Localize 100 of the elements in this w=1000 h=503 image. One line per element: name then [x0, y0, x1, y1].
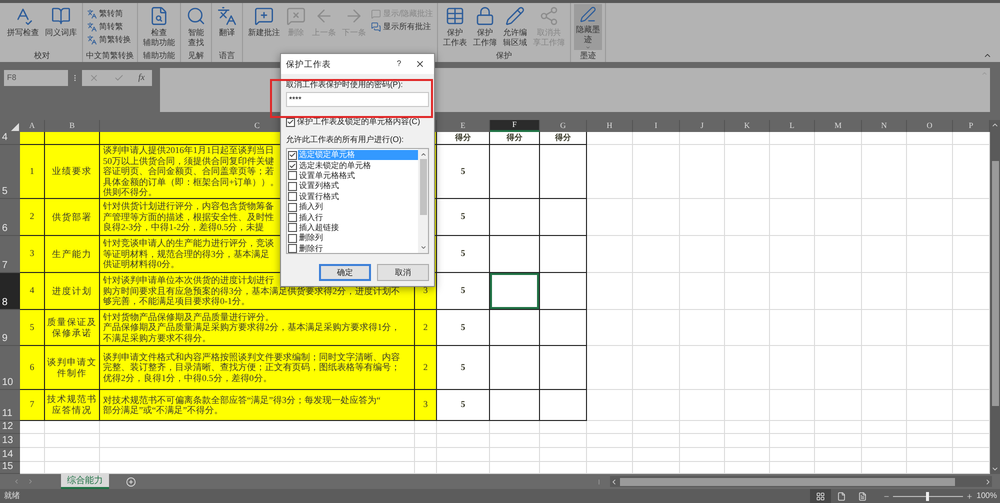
ribbon-button[interactable]: 简转繁 — [86, 20, 132, 33]
list-item[interactable]: 插入超链接 — [298, 222, 340, 233]
ribbon-button[interactable]: 智能 查找 — [184, 4, 208, 50]
table-cell — [862, 462, 907, 474]
table-cell — [862, 390, 907, 421]
checkbox[interactable] — [288, 223, 297, 232]
table-cell — [587, 199, 633, 236]
checkbox[interactable] — [288, 202, 297, 212]
table-cell — [415, 434, 437, 448]
table-cell — [770, 390, 815, 421]
list-item[interactable]: 设置行格式 — [298, 192, 340, 202]
list-item[interactable]: 删除行 — [298, 244, 324, 254]
row-header[interactable]: 11 — [0, 390, 20, 421]
password-field[interactable]: **** — [286, 92, 429, 107]
ribbon-button[interactable]: 同义词库 — [43, 4, 79, 50]
ribbon-button[interactable]: 新建批注 — [246, 4, 282, 50]
scroll-right-icon[interactable] — [984, 478, 992, 486]
dialog-button[interactable]: 确定 — [319, 264, 371, 281]
ribbon-button[interactable]: 允许编 辑区域 — [501, 4, 530, 50]
ribbon-button[interactable]: 检查 辅助功能 — [141, 4, 177, 50]
close-icon[interactable] — [415, 59, 425, 69]
table-cell — [862, 310, 907, 346]
row-header[interactable]: 13 — [0, 434, 20, 448]
list-item[interactable]: 插入行 — [298, 212, 324, 223]
checkbox[interactable] — [288, 244, 297, 254]
checkbox[interactable] — [288, 171, 297, 180]
checkbox[interactable] — [288, 192, 297, 202]
checkbox[interactable] — [288, 150, 297, 160]
table-cell: 生产能力 — [45, 236, 100, 273]
checkbox[interactable] — [288, 213, 297, 222]
scroll-left-icon[interactable] — [610, 478, 618, 486]
zoom-thumb[interactable] — [926, 492, 930, 500]
ribbon-button[interactable]: 拼写检查 — [5, 4, 41, 50]
view-button[interactable] — [810, 489, 831, 503]
row-header[interactable]: 8 — [0, 273, 20, 310]
ribbon-button[interactable]: 保护 工作簿 — [471, 4, 500, 50]
name-box[interactable]: F8 — [4, 70, 68, 86]
table-cell — [862, 346, 907, 390]
scroll-up-icon[interactable] — [420, 151, 426, 158]
list-item[interactable]: 设置列格式 — [298, 181, 340, 192]
table-cell — [680, 310, 725, 346]
table-cell: 5 — [437, 390, 490, 421]
help-button[interactable]: ? — [389, 58, 409, 70]
dialog-button[interactable]: 取消 — [377, 264, 429, 281]
ribbon-button[interactable]: 繁转简 — [86, 7, 132, 20]
column-header[interactable]: F — [490, 120, 540, 132]
horizontal-scrollbar[interactable] — [610, 476, 992, 487]
collapse-ribbon-icon[interactable] — [983, 51, 992, 60]
ribbon-button[interactable]: 简繁转换 — [86, 33, 132, 46]
zoom-level[interactable]: 100% — [976, 490, 997, 502]
table-cell — [725, 199, 770, 236]
table-cell — [680, 145, 725, 199]
pen-icon — [578, 6, 598, 23]
checkbox[interactable] — [288, 234, 297, 243]
list-item[interactable]: 设置单元格格式 — [298, 170, 356, 181]
table-cell — [953, 199, 990, 236]
add-sheet-icon[interactable] — [126, 476, 136, 486]
list-item[interactable]: 选定未锁定的单元格 — [298, 160, 372, 171]
list-item[interactable]: 删除列 — [298, 233, 324, 244]
scroll-up-icon[interactable] — [991, 121, 999, 129]
table-cell — [633, 346, 680, 390]
scroll-thumb[interactable] — [992, 161, 998, 406]
table-cell — [815, 310, 862, 346]
table-cell — [770, 273, 815, 310]
row-header[interactable]: 10 — [0, 346, 20, 390]
row-header[interactable]: 5 — [0, 145, 20, 199]
zoom-slider[interactable] — [892, 492, 963, 500]
ribbon-button[interactable]: 翻译 — [215, 4, 239, 50]
table-cell — [540, 434, 587, 448]
ribbon-button[interactable]: 隐藏墨 迹 — [574, 4, 602, 50]
row-header[interactable]: 4 — [0, 132, 20, 145]
vertical-scrollbar[interactable] — [990, 120, 1000, 474]
scroll-thumb[interactable] — [420, 159, 426, 215]
zoom-in-icon[interactable] — [966, 492, 973, 500]
checkbox[interactable] — [288, 182, 297, 191]
function-button[interactable]: fx — [138, 71, 145, 85]
row-header[interactable]: 12 — [0, 421, 20, 434]
table-cell — [815, 346, 862, 390]
ribbon-button[interactable]: 保护 工作表 — [441, 4, 470, 50]
checkbox[interactable] — [288, 161, 297, 170]
row-header[interactable]: 7 — [0, 236, 20, 273]
table-cell — [862, 434, 907, 448]
scroll-down-icon[interactable] — [991, 465, 999, 473]
list-item[interactable]: 选定锁定单元格 — [298, 150, 418, 160]
row-header[interactable]: 6 — [0, 199, 20, 236]
scroll-thumb[interactable] — [620, 478, 955, 486]
list-item[interactable]: 插入列 — [298, 202, 324, 212]
check-icon[interactable] — [114, 73, 124, 83]
table-cell — [540, 448, 587, 462]
table-cell — [587, 390, 633, 421]
row-header[interactable]: 15 — [0, 462, 20, 474]
sheet-tab[interactable]: 综合能力 — [61, 474, 109, 489]
ribbon-button[interactable]: 显示所有批注 — [370, 20, 434, 33]
scroll-down-icon[interactable] — [420, 244, 426, 251]
row-header[interactable]: 9 — [0, 310, 20, 346]
table-cell — [815, 434, 862, 448]
list-scrollbar[interactable] — [418, 149, 428, 253]
table-cell — [725, 434, 770, 448]
row-header[interactable]: 14 — [0, 448, 20, 462]
table-cell — [633, 310, 680, 346]
